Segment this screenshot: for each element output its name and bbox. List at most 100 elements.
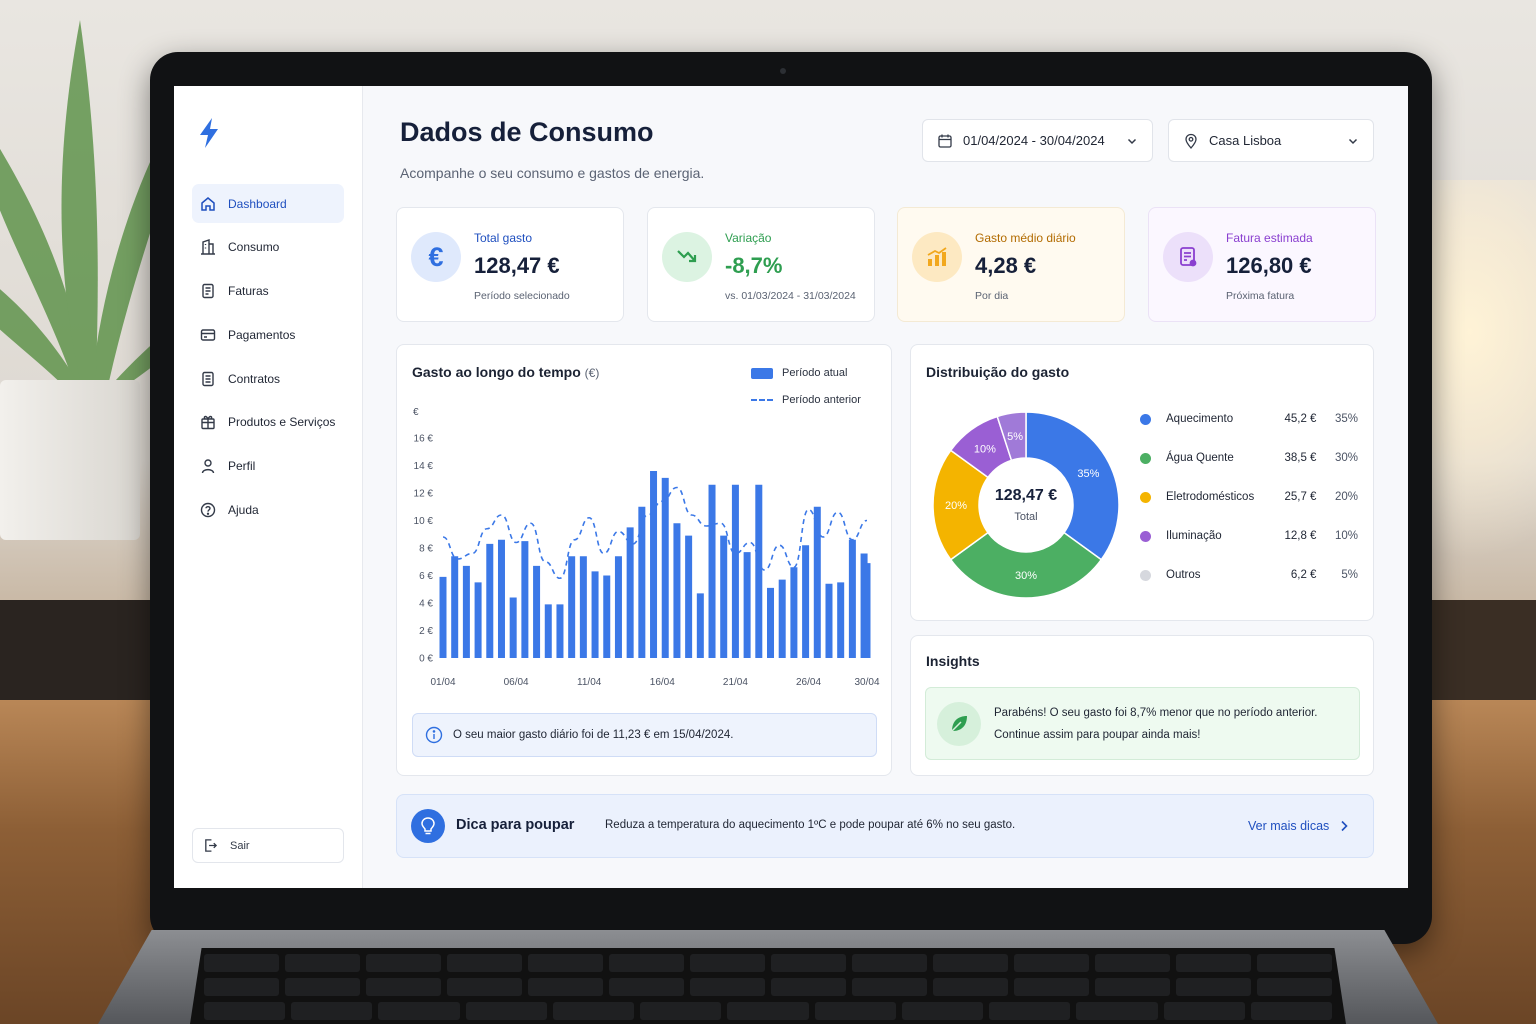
invoice-icon (1163, 232, 1213, 282)
legend-dot (1140, 413, 1151, 425)
more-tips-link[interactable]: Ver mais dicas (1248, 819, 1349, 833)
building-icon (201, 239, 215, 255)
bar (439, 576, 447, 658)
legend-dot (1140, 491, 1151, 503)
kpi-label: Total gasto (474, 231, 533, 245)
trend-down-icon (662, 232, 712, 282)
sidebar-item-dashboard[interactable]: Dashboard (192, 184, 344, 223)
donut-total-label: Total (1014, 511, 1038, 523)
y-tick-label: 12 € (414, 489, 434, 500)
bar (509, 597, 517, 658)
category-name: Aquecimento (1166, 413, 1234, 425)
location-value: Casa Lisboa (1209, 133, 1282, 148)
bar (790, 567, 798, 658)
kpi-card-total: € Total gasto 128,47 € Período seleciona… (396, 207, 624, 322)
time-chart-panel: Gasto ao longo do tempo (€) Período atua… (396, 344, 892, 776)
slice-label: 10% (974, 443, 996, 455)
x-tick-label: 26/04 (796, 677, 821, 688)
category-name: Outros (1166, 569, 1201, 581)
bar (696, 593, 704, 658)
calendar-icon (938, 134, 952, 148)
y-tick-label: 4 € (419, 599, 433, 610)
legend-dot (1140, 569, 1151, 581)
sidebar-item-produtos[interactable]: Produtos e Serviços (192, 403, 344, 442)
bar (521, 541, 529, 658)
bar (708, 484, 716, 658)
slice-label: 30% (1015, 570, 1037, 582)
bar (802, 545, 810, 658)
category-name: Eletrodomésticos (1166, 491, 1255, 503)
slice-label: 35% (1077, 468, 1099, 480)
sidebar-item-label: Produtos e Serviços (228, 415, 336, 430)
x-tick-label: 21/04 (723, 677, 748, 688)
kpi-label: Fatura estimada (1226, 231, 1313, 245)
kpi-card-daily-average: Gasto médio diário 4,28 € Por dia (897, 207, 1125, 322)
sidebar-item-contratos[interactable]: Contratos (192, 359, 344, 398)
bar (767, 587, 775, 658)
kpi-card-variation: Variação -8,7% vs. 01/03/2024 - 31/03/20… (647, 207, 875, 322)
contract-icon (202, 371, 214, 386)
y-tick-label: 0 € (419, 654, 433, 665)
info-banner: O seu maior gasto diário foi de 11,23 € … (412, 713, 877, 757)
distribution-title: Distribuição do gasto (926, 364, 1070, 380)
sidebar-item-pagamentos[interactable]: Pagamentos (192, 315, 344, 354)
slice-label: 5% (1007, 431, 1023, 443)
y-tick-label: 8 € (419, 544, 433, 555)
tip-title: Dica para poupar (456, 817, 575, 833)
logout-button[interactable]: Sair (192, 828, 344, 863)
bar (837, 582, 845, 658)
tip-text: Reduza a temperatura do aquecimento 1ºC … (605, 819, 1016, 831)
category-percent: 30% (1334, 452, 1358, 464)
insight-line-2: Continue assim para poupar ainda mais! (994, 729, 1201, 741)
document-icon (202, 283, 214, 299)
bar-chart-icon (912, 232, 962, 282)
chevron-down-icon (1127, 138, 1137, 144)
sidebar: Dashboard Consumo Faturas Pagamentos Con… (174, 86, 363, 888)
category-amount: 12,8 € (1284, 530, 1317, 542)
category-percent: 10% (1334, 530, 1358, 542)
sidebar-item-faturas[interactable]: Faturas (192, 272, 344, 311)
bar (755, 484, 763, 658)
bar (486, 543, 494, 658)
x-tick-label: 16/04 (650, 677, 675, 688)
category-name: Água Quente (1166, 452, 1234, 464)
time-chart: €0 € 2 € 4 € 6 € 8 € 10 € 12 € 14 € 16 € 01/04 06/… (413, 407, 880, 688)
bar (673, 523, 681, 658)
category-amount: 6,2 € (1290, 569, 1317, 581)
y-tick-label: 6 € (419, 571, 433, 582)
y-tick-label: 2 € (419, 626, 433, 637)
chevron-down-icon (1348, 138, 1358, 144)
sidebar-item-perfil[interactable]: Perfil (192, 447, 344, 486)
laptop-camera (780, 68, 786, 74)
distribution-row: Outros 6,2 € 5% (1140, 569, 1358, 581)
bar (556, 604, 564, 658)
page-title: Dados de Consumo (400, 117, 654, 147)
x-tick-label: 06/04 (504, 677, 529, 688)
insights-panel: Insights Parabéns! O seu gasto foi 8,7% … (910, 635, 1374, 776)
x-tick-label: 01/04 (430, 677, 455, 688)
insight-card: Parabéns! O seu gasto foi 8,7% menor que… (925, 687, 1360, 760)
sidebar-item-ajuda[interactable]: Ajuda (192, 491, 344, 530)
bar (591, 571, 599, 658)
sidebar-item-label: Ajuda (228, 503, 259, 518)
sidebar-item-label: Pagamentos (228, 327, 296, 342)
location-select[interactable]: Casa Lisboa (1168, 119, 1374, 162)
sidebar-item-consumo[interactable]: Consumo (192, 228, 344, 267)
y-tick-label: 14 € (414, 461, 434, 472)
lightning-logo-icon[interactable] (198, 118, 220, 148)
category-amount: 38,5 € (1284, 452, 1317, 464)
leaf-icon (937, 702, 981, 746)
kpi-value: -8,7% (725, 253, 783, 278)
bar (685, 535, 693, 658)
category-percent: 20% (1334, 491, 1358, 503)
category-amount: 25,7 € (1284, 491, 1317, 503)
bar (626, 527, 634, 658)
help-icon (200, 502, 216, 518)
bar (731, 484, 739, 658)
main-content: Dados de Consumo Acompanhe o seu consumo… (363, 86, 1408, 888)
x-tick-label: 30/04 (854, 677, 879, 688)
category-percent: 5% (1341, 569, 1358, 581)
info-icon (425, 726, 443, 744)
kpi-sub: vs. 01/03/2024 - 31/03/2024 (725, 290, 856, 302)
date-range-select[interactable]: 01/04/2024 - 30/04/2024 (922, 119, 1153, 162)
